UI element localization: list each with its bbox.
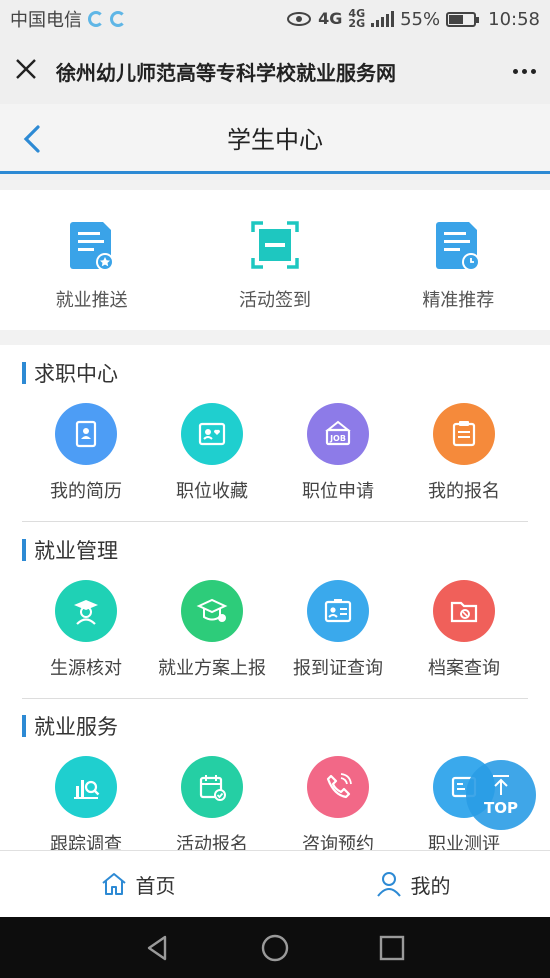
chart-search-icon: [55, 756, 117, 818]
home-icon: [101, 873, 126, 895]
back-triangle-icon[interactable]: [143, 933, 173, 963]
service-sections: 求职中心 我的简历 职位收藏 JOB 职位申请 我的报名 就业管理 生源核对 就…: [0, 345, 550, 850]
grid-item-plan-report[interactable]: 就业方案上报: [149, 570, 275, 680]
clipboard-icon: [433, 403, 495, 465]
page-title: 徐州幼儿师范高等专科学校就业服务网: [56, 60, 396, 85]
grid-item-certificate[interactable]: 报到证查询: [275, 570, 401, 680]
document-star-icon: [69, 222, 114, 271]
grid-item-label: 生源核对: [50, 658, 122, 679]
network-tag: 4G: [318, 9, 343, 28]
nav-title: 学生中心: [227, 126, 323, 154]
eye-icon: [287, 12, 312, 26]
grid-item-label: 我的简历: [50, 481, 122, 502]
mortarboard-icon: [181, 580, 243, 642]
section-job-center: 求职中心 我的简历 职位收藏 JOB 职位申请 我的报名: [0, 353, 550, 503]
grid-item-registration[interactable]: 我的报名: [401, 393, 527, 503]
grid-item-application[interactable]: JOB 职位申请: [275, 393, 401, 503]
id-card-heart-icon: [181, 403, 243, 465]
signal-ring-icon: [88, 11, 104, 27]
battery-percent: 55%: [400, 8, 441, 30]
home-circle-icon[interactable]: [260, 933, 290, 963]
header-nav: 学生中心: [0, 104, 550, 174]
phone-icon: [307, 756, 369, 818]
signal-ring-icon: [110, 11, 126, 27]
user-icon: [376, 872, 401, 897]
quick-item-label: 活动签到: [238, 290, 311, 311]
folder-icon: [433, 580, 495, 642]
resume-icon: [55, 403, 117, 465]
scroll-top-label: TOP: [484, 799, 518, 817]
job-sign-icon: JOB: [307, 403, 369, 465]
arrow-up-icon: [493, 775, 509, 795]
section-title: 求职中心: [34, 362, 118, 386]
tab-home[interactable]: 首页: [0, 851, 275, 917]
section-header: 就业服务: [0, 706, 550, 746]
more-menu-icon[interactable]: [513, 68, 536, 74]
grid-item-archive[interactable]: 档案查询: [401, 570, 527, 680]
system-nav-bar: [0, 917, 550, 978]
quick-item-recommend[interactable]: 精准推荐: [367, 190, 550, 330]
grid-item-label: 跟踪调查: [50, 834, 122, 850]
scroll-top-button[interactable]: TOP: [466, 760, 536, 830]
section-header: 就业管理: [0, 530, 550, 570]
quick-item-label: 就业推送: [55, 290, 128, 311]
svg-text:JOB: JOB: [329, 434, 346, 443]
grid-item-label: 咨询预约: [302, 834, 374, 850]
grid-item-favorites[interactable]: 职位收藏: [149, 393, 275, 503]
section-title: 就业管理: [34, 539, 118, 563]
grid-item-label: 就业方案上报: [158, 658, 266, 679]
grid-item-label: 报到证查询: [293, 658, 383, 679]
grid-item-label: 活动报名: [176, 834, 248, 850]
section-title: 就业服务: [34, 715, 118, 739]
grid-item-label: 职位收藏: [176, 481, 248, 502]
clock: 10:58: [488, 8, 540, 30]
grid-item-event-signup[interactable]: 活动报名: [149, 746, 275, 850]
status-bar: 中国电信 4G 4G 2G 55% 10:58: [0, 0, 550, 38]
divider: [22, 521, 528, 522]
battery-icon: [446, 11, 480, 27]
section-employment-service: 就业服务 跟踪调查 活动报名 咨询预约 职业测评: [0, 706, 550, 850]
section-employment-mgmt: 就业管理 生源核对 就业方案上报 报到证查询 档案查询: [0, 530, 550, 680]
grid-item-label: 档案查询: [428, 658, 500, 679]
tab-mine[interactable]: 我的: [275, 851, 550, 917]
grid-item-tracking[interactable]: 跟踪调查: [23, 746, 149, 850]
browser-title-bar: 徐州幼儿师范高等专科学校就业服务网: [0, 38, 550, 104]
bottom-tab-bar: 首页 我的: [0, 850, 550, 917]
scan-icon: [251, 221, 299, 269]
divider: [22, 698, 528, 699]
grid-item-label: 我的报名: [428, 481, 500, 502]
calendar-check-icon: [181, 756, 243, 818]
tab-label: 首页: [135, 873, 176, 898]
document-clock-icon: [436, 222, 481, 271]
graduate-icon: [55, 580, 117, 642]
grid-item-label: 职业测评: [428, 834, 500, 850]
section-header: 求职中心: [0, 353, 550, 393]
grid-item-source-check[interactable]: 生源核对: [23, 570, 149, 680]
signal-bars-icon: [371, 11, 395, 27]
quick-item-job-push[interactable]: 就业推送: [0, 190, 183, 330]
quick-item-checkin[interactable]: 活动签到: [183, 190, 366, 330]
tab-label: 我的: [410, 873, 451, 898]
grid-item-label: 职位申请: [302, 481, 374, 502]
grid-item-consult[interactable]: 咨询预约: [275, 746, 401, 850]
quick-actions: 就业推送 活动签到 精准推荐: [0, 190, 550, 330]
network-type: 4G 2G: [348, 7, 366, 30]
back-chevron-icon[interactable]: [18, 122, 46, 156]
certificate-icon: [307, 580, 369, 642]
close-icon[interactable]: [14, 54, 44, 89]
quick-item-label: 精准推荐: [422, 290, 495, 311]
recents-square-icon[interactable]: [377, 933, 407, 963]
carrier-label: 中国电信: [10, 10, 82, 31]
grid-item-resume[interactable]: 我的简历: [23, 393, 149, 503]
